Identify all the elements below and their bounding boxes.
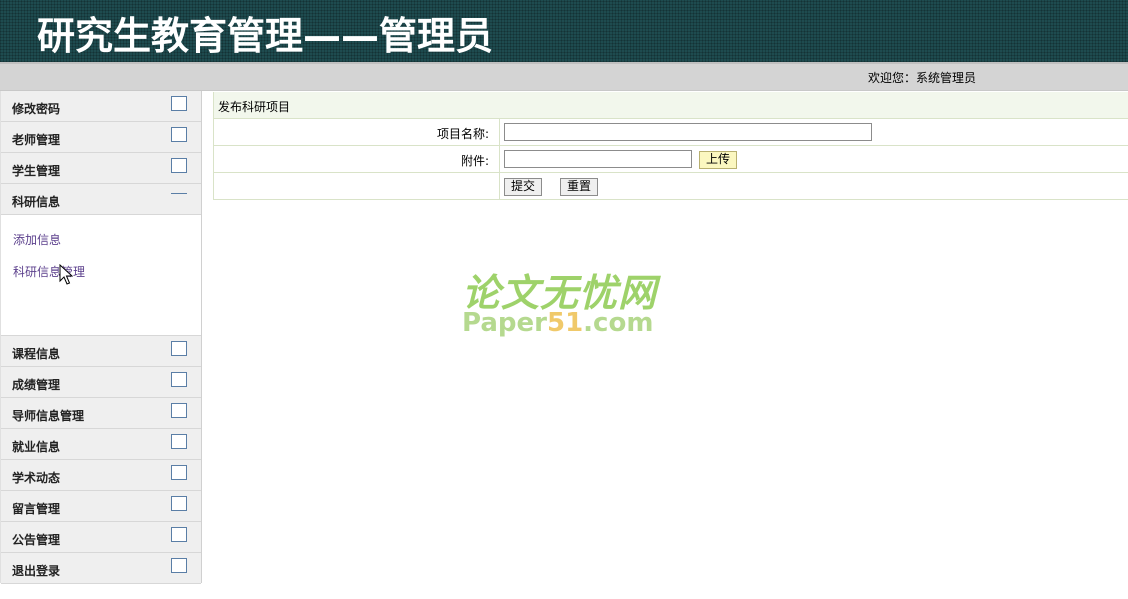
sidebar-item-label: 公告管理: [12, 533, 61, 547]
expand-box-icon[interactable]: [171, 527, 187, 542]
expand-box-icon[interactable]: [171, 372, 187, 387]
collapse-minus-icon[interactable]: [171, 193, 187, 195]
sidebar-item-research-info[interactable]: 科研信息: [1, 184, 201, 215]
expand-box-icon[interactable]: [171, 341, 187, 356]
project-name-label-cell: 项目名称:: [214, 119, 500, 145]
sidebar-item-label: 修改密码: [12, 102, 61, 116]
expand-box-icon[interactable]: [171, 158, 187, 173]
sidebar-item-course-info[interactable]: 课程信息: [1, 336, 201, 367]
sidebar-item-teacher-management[interactable]: 老师管理: [1, 122, 201, 153]
sublink-add-info[interactable]: 添加信息: [13, 231, 61, 248]
sidebar-item-label: 成绩管理: [12, 378, 61, 392]
sidebar-item-label: 学生管理: [12, 164, 61, 178]
project-name-input[interactable]: [504, 123, 872, 141]
expand-box-icon[interactable]: [171, 403, 187, 418]
sidebar-item-student-management[interactable]: 学生管理: [1, 153, 201, 184]
attachment-input[interactable]: [504, 150, 692, 168]
sidebar-item-announcement-management[interactable]: 公告管理: [1, 522, 201, 553]
form-title-row: 发布科研项目: [214, 92, 1128, 119]
watermark-en-highlight: 51: [546, 308, 584, 338]
form-title: 发布科研项目: [218, 100, 291, 114]
sidebar-item-label: 退出登录: [12, 564, 61, 578]
page-header: 研究生教育管理——管理员: [0, 0, 1128, 62]
sidebar-item-label: 学术动态: [12, 471, 61, 485]
sidebar-item-academic-news[interactable]: 学术动态: [1, 460, 201, 491]
sidebar-item-label: 科研信息: [12, 195, 61, 209]
attachment-label-cell: 附件:: [214, 146, 500, 172]
sidebar-item-label: 导师信息管理: [12, 409, 85, 423]
sidebar-item-label: 课程信息: [12, 347, 61, 361]
sidebar-item-advisor-info-management[interactable]: 导师信息管理: [1, 398, 201, 429]
watermark-en-pre: Paper: [462, 308, 547, 338]
watermark-en-post: .com: [583, 308, 654, 338]
sidebar-item-employment-info[interactable]: 就业信息: [1, 429, 201, 460]
expand-box-icon[interactable]: [171, 434, 187, 449]
welcome-bar: 欢迎您：系统管理员: [0, 64, 1128, 91]
research-info-submenu: 添加信息 科研信息管理: [1, 215, 201, 336]
watermark-en: Paper51.com: [462, 308, 653, 338]
expand-box-icon[interactable]: [171, 496, 187, 511]
sidebar-item-label: 就业信息: [12, 440, 61, 454]
attachment-row: 附件: 上传: [214, 146, 1128, 173]
mouse-pointer-icon: [59, 264, 73, 285]
sidebar-item-logout[interactable]: 退出登录: [1, 553, 201, 584]
expand-box-icon[interactable]: [171, 96, 187, 111]
actions-label-cell: [214, 173, 500, 199]
upload-button[interactable]: 上传: [699, 151, 737, 169]
attachment-label: 附件:: [460, 154, 489, 168]
watermark: 论文无忧网 Paper51.com: [460, 262, 670, 342]
project-name-row: 项目名称:: [214, 119, 1128, 146]
sidebar-item-label: 留言管理: [12, 502, 61, 516]
app-title: 研究生教育管理——管理员: [37, 14, 494, 58]
sidebar-item-message-management[interactable]: 留言管理: [1, 491, 201, 522]
expand-box-icon[interactable]: [171, 127, 187, 142]
publish-research-form: 发布科研项目 项目名称: 附件: 上传 提交 重置: [213, 92, 1128, 200]
expand-box-icon[interactable]: [171, 465, 187, 480]
sidebar-menu: 修改密码 老师管理 学生管理 科研信息 添加信息 科研信息管理 课程信息 成绩管…: [0, 91, 202, 584]
sidebar-item-change-password[interactable]: 修改密码: [1, 91, 201, 122]
actions-row: 提交 重置: [214, 173, 1128, 200]
welcome-text: 欢迎您：系统管理员: [868, 71, 977, 85]
submit-button[interactable]: 提交: [504, 178, 542, 196]
sublink-research-info-management[interactable]: 科研信息管理: [13, 263, 85, 280]
expand-box-icon[interactable]: [171, 558, 187, 573]
sidebar-item-label: 老师管理: [12, 133, 61, 147]
sidebar-item-grade-management[interactable]: 成绩管理: [1, 367, 201, 398]
project-name-label: 项目名称:: [436, 127, 489, 141]
reset-button[interactable]: 重置: [560, 178, 598, 196]
